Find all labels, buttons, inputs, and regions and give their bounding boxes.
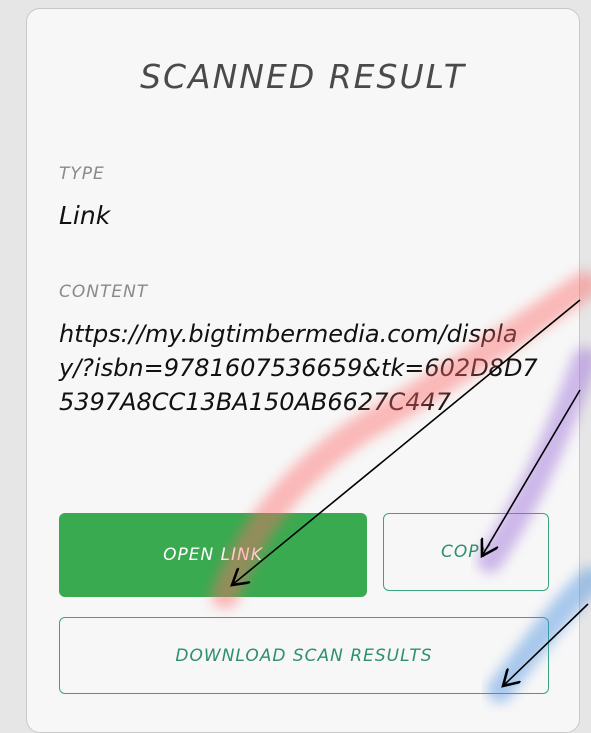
type-value: Link <box>59 201 111 230</box>
copy-button[interactable]: COPY <box>383 513 549 591</box>
download-scan-results-button[interactable]: DOWNLOAD SCAN RESULTS <box>59 617 549 694</box>
content-label: CONTENT <box>59 282 149 302</box>
open-link-button[interactable]: OPEN LINK <box>59 513 367 597</box>
content-value: https://my.bigtimbermedia.com/display/?i… <box>59 320 538 416</box>
type-label: TYPE <box>59 164 105 184</box>
scanned-result-dialog: SCANNED RESULT TYPE Link CONTENT https:/… <box>26 8 580 733</box>
dialog-title: SCANNED RESULT <box>140 57 466 96</box>
